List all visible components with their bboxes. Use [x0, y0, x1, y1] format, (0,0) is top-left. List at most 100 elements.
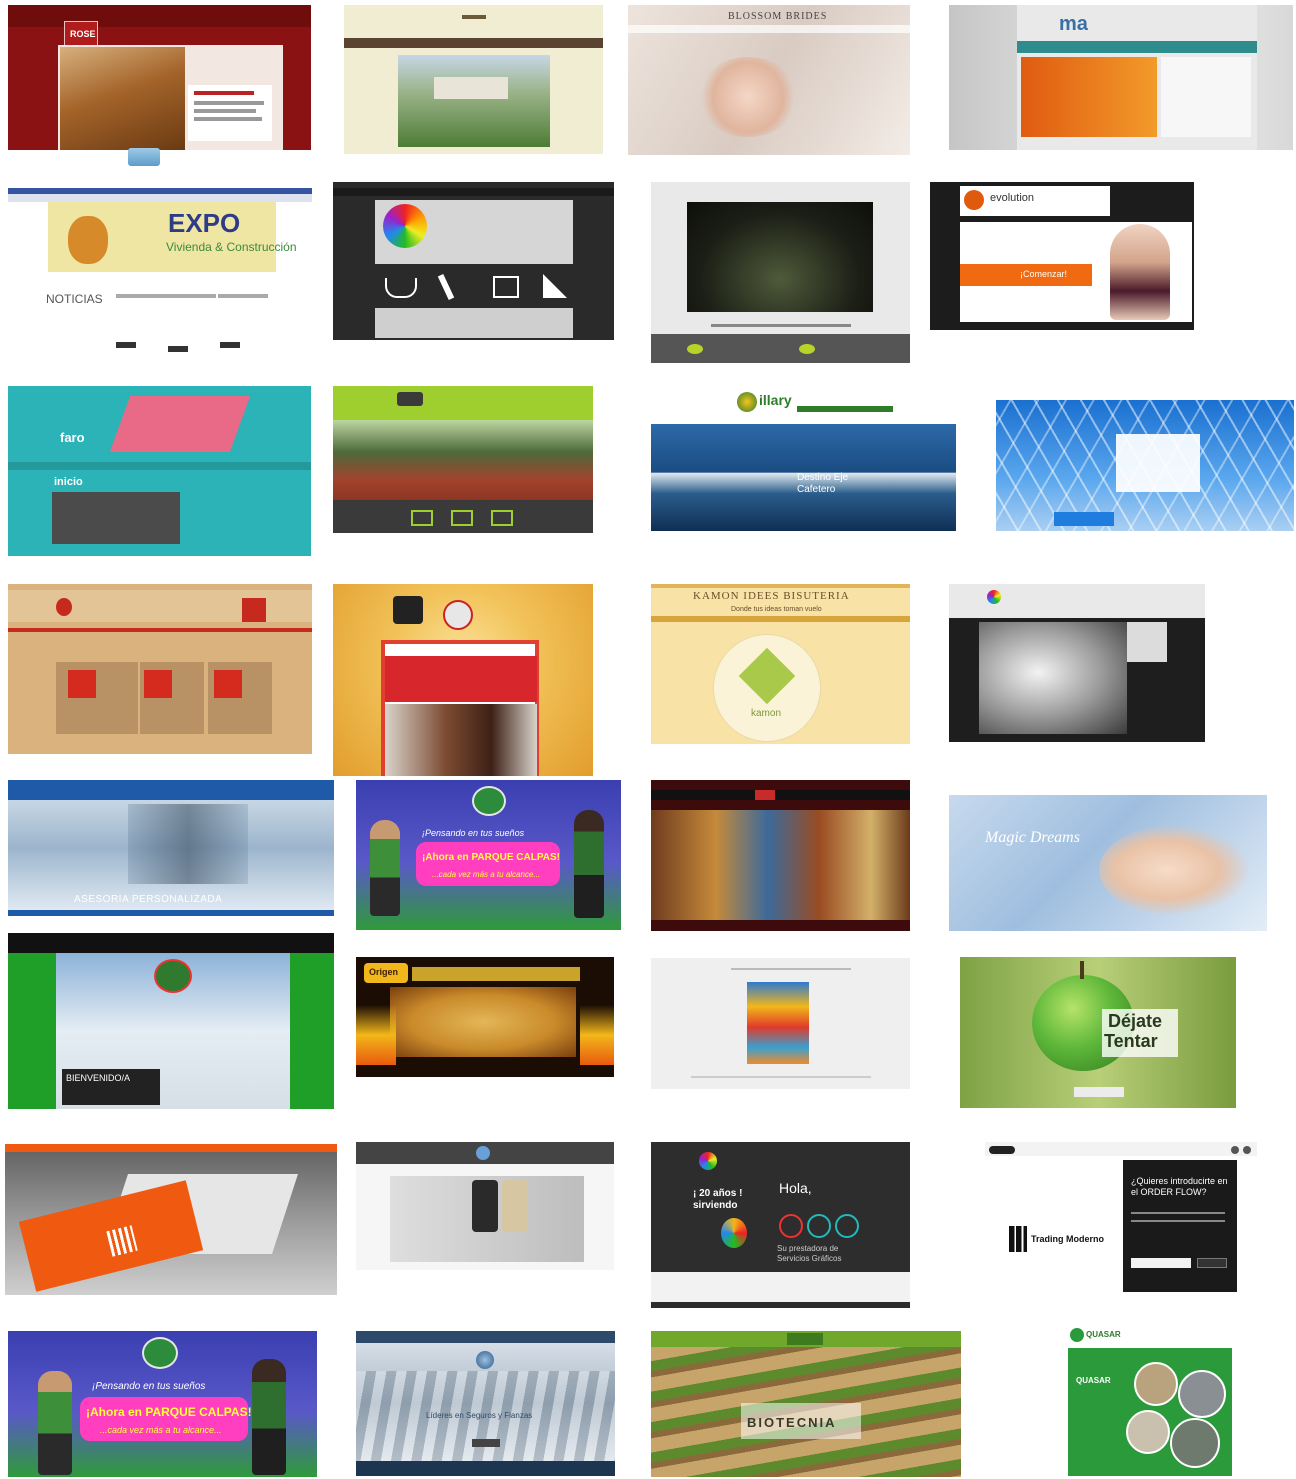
person-right — [252, 1359, 286, 1475]
apple-stem-icon — [1080, 961, 1084, 979]
round-icon-3 — [835, 1214, 859, 1238]
website-thumbnail-power-tower[interactable] — [996, 400, 1294, 531]
person-right — [574, 810, 604, 918]
player-icon — [443, 600, 473, 630]
expo-subtitle: Vivienda & Construcción — [166, 240, 297, 254]
submit-button[interactable] — [1197, 1258, 1227, 1268]
players-photo — [385, 704, 537, 776]
logo-icon — [142, 1337, 178, 1369]
website-thumbnail-magic-dreams[interactable]: Magic Dreams — [949, 785, 1267, 931]
photo-circle-2 — [1178, 1370, 1226, 1418]
logo-text: kamon — [751, 708, 782, 719]
logo-text: QUASAR — [1086, 1330, 1121, 1339]
person-left — [370, 820, 400, 916]
website-thumbnail-asesoria[interactable]: ASESORIA PERSONALIZADA — [8, 780, 334, 916]
quasar-logo-icon — [1070, 1328, 1084, 1342]
website-thumbnail-illary[interactable]: illary Destino Eje Cafetero — [651, 386, 956, 531]
section-label: QUASAR — [1076, 1376, 1111, 1385]
logo-text: evolution — [990, 192, 1035, 204]
headline-2: ¡Ahora en PARQUE CALPAS! — [422, 852, 560, 863]
logo-icon — [787, 1333, 823, 1345]
website-thumbnail-poster[interactable] — [651, 958, 910, 1089]
website-thumbnail-evolution[interactable]: evolution ¡Comenzar! — [930, 182, 1194, 330]
logo-badge: Origen — [364, 963, 408, 983]
website-thumbnail-bienvenido[interactable]: BIENVENIDO/A — [8, 933, 334, 1109]
website-thumbnail-football[interactable] — [333, 584, 593, 776]
cow-image — [60, 47, 185, 150]
colorful-3-icon — [721, 1218, 747, 1248]
photo-circle-3 — [1126, 1410, 1170, 1454]
website-thumbnail-night-terrace[interactable] — [651, 182, 910, 363]
caption: Líderes en Seguros y Fianzas — [426, 1411, 533, 1420]
website-thumbnail-iq[interactable] — [8, 584, 312, 754]
office-photo — [128, 804, 248, 884]
website-thumbnail-cattle[interactable]: ROSE — [8, 5, 311, 150]
website-thumbnail-family[interactable] — [949, 584, 1205, 742]
scooter-icon — [411, 510, 433, 526]
headline-1: Déjate — [1108, 1011, 1163, 1031]
greeting: Hola, — [779, 1180, 812, 1196]
website-thumbnail-business-cards[interactable] — [5, 1144, 337, 1295]
website-thumbnail-origen[interactable]: Origen — [356, 957, 614, 1077]
poster-image — [747, 982, 809, 1064]
website-thumbnail-kamon[interactable]: KAMON IDEES BISUTERIA Donde tus ideas to… — [651, 584, 910, 744]
website-thumbnail-trading[interactable]: ¿Quieres introducirte en el ORDER FLOW? … — [985, 1142, 1257, 1302]
rainbow-head-icon — [383, 204, 427, 248]
website-thumbnail-blossom-brides[interactable]: BLOSSOM BRIDES — [628, 5, 910, 155]
website-thumbnail-sports-field[interactable] — [333, 386, 593, 533]
whatsapp-icon[interactable] — [1243, 1146, 1251, 1154]
stage-illustration — [109, 396, 251, 452]
comenzar-button[interactable]: ¡Comenzar! — [960, 264, 1092, 286]
headline-2: Tentar — [1104, 1031, 1158, 1051]
family-photo — [979, 622, 1127, 734]
website-thumbnail-parque-calpas-2[interactable]: ¡Pensando en tus sueños ¡Ahora en PARQUE… — [8, 1331, 317, 1477]
website-thumbnail-seguros[interactable]: Líderes en Seguros y Fianzas — [356, 1331, 615, 1476]
building-logo-icon — [1009, 1226, 1027, 1252]
globe-logo-icon — [476, 1351, 494, 1369]
website-thumbnail-ma[interactable]: ma — [949, 5, 1293, 150]
website-thumbnail-dark-icons[interactable] — [333, 182, 614, 340]
website-thumbnail-graficos[interactable]: ¡ 20 años ! sirviendo Hola, Su prestador… — [651, 1142, 910, 1308]
phone-gold — [502, 1180, 528, 1232]
website-thumbnail-faro[interactable]: faro inicio — [8, 386, 311, 556]
script-title: Magic Dreams — [985, 829, 1080, 846]
title: BIOTECNIA — [747, 1415, 837, 1430]
years-text: ¡ 20 años ! sirviendo — [693, 1188, 743, 1211]
news-heading: NOTICIAS — [46, 292, 103, 306]
expo-banner: EXPO Vivienda & Construcción — [48, 202, 297, 272]
logo-text: Origen — [369, 967, 399, 977]
website-thumbnail-mural[interactable] — [651, 780, 910, 931]
website-thumbnail-quasar[interactable]: QUASAR QUASAR — [1062, 1326, 1238, 1476]
person-left — [38, 1371, 72, 1475]
menu-pill[interactable] — [989, 1146, 1015, 1154]
question-text: ¿Quieres introducirte en el ORDER FLOW? — [1131, 1176, 1228, 1197]
website-thumbnail-biotecnia[interactable]: BIOTECNIA — [651, 1331, 961, 1477]
iq-logo-icon — [56, 598, 72, 616]
phone-icon[interactable] — [1231, 1146, 1239, 1154]
website-thumbnail-parque-calpas-1[interactable]: ¡Pensando en tus sueños ¡Ahora en PARQUE… — [356, 780, 621, 930]
hero-banner — [1021, 57, 1157, 137]
photo-icon — [451, 510, 473, 526]
headline-3: ...cada vez más a tu alcance... — [100, 1425, 222, 1435]
grid-icon — [214, 670, 242, 698]
website-thumbnail-smartphones[interactable] — [356, 1142, 614, 1270]
cart-icon — [493, 276, 519, 298]
email-input[interactable] — [1131, 1258, 1191, 1268]
night-photo — [687, 202, 873, 312]
website-thumbnail-expo[interactable]: EXPO Vivienda & Construcción NOTICIAS — [8, 182, 312, 354]
section-heading: inicio — [54, 476, 83, 488]
caption: ASESORIA PERSONALIZADA — [74, 894, 223, 905]
logo-icon — [987, 590, 1001, 604]
edit-icon — [491, 510, 513, 526]
brand-name: Trading Moderno — [1031, 1234, 1104, 1244]
headline-1: ¡Pensando en tus sueños — [422, 828, 525, 838]
website-thumbnail-hotel[interactable] — [344, 5, 603, 154]
ruler-icon — [543, 274, 567, 298]
mascot-icon — [68, 216, 108, 264]
logo-icon — [397, 392, 423, 406]
tagline: Donde tus ideas toman vuelo — [731, 606, 822, 613]
website-thumbnail-dejate-tentar[interactable]: Déjate Tentar — [960, 957, 1236, 1108]
cta-button[interactable] — [1054, 512, 1114, 526]
badge-text: ROSE — [70, 29, 96, 39]
headline-3: ...cada vez más a tu alcance... — [432, 870, 541, 879]
